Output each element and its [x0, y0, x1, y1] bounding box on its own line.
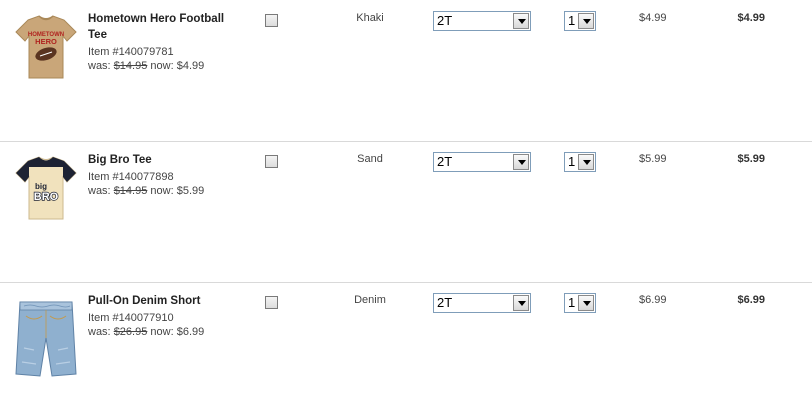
- product-name[interactable]: Big Bro Tee: [88, 152, 238, 168]
- quantity-select[interactable]: 1: [564, 152, 596, 172]
- now-price: $4.99: [176, 60, 205, 72]
- was-price: $14.95: [113, 60, 148, 72]
- now-label: now:: [150, 326, 174, 338]
- quantity-select[interactable]: 1: [564, 11, 596, 31]
- cart-row: HOMETOWN HERO Hometown Hero Football Tee…: [0, 0, 812, 141]
- price-line: was: $26.95 now: $6.99: [88, 325, 204, 339]
- size-select[interactable]: 2T: [433, 152, 531, 172]
- football-tee-image: HOMETOWN HERO: [15, 15, 77, 79]
- cart-row: Pull-On Denim Short Item #140077910 was:…: [0, 282, 812, 420]
- chevron-down-icon[interactable]: [513, 295, 529, 311]
- unit-price: $5.99: [639, 153, 667, 165]
- was-label: was:: [88, 185, 111, 197]
- tee-print-line-1: big: [35, 182, 47, 191]
- denim-short-image: [15, 301, 77, 377]
- chevron-down-icon[interactable]: [513, 13, 529, 29]
- product-name[interactable]: Hometown Hero Football Tee: [88, 11, 238, 43]
- quantity-value: 1: [568, 295, 576, 310]
- size-value: 2T: [437, 154, 453, 169]
- item-number: Item #140077898: [88, 171, 174, 183]
- cart-row: big BRO Big Bro Tee Item #140077898 was:…: [0, 141, 812, 282]
- item-number: Item #140079781: [88, 46, 174, 58]
- was-price: $14.95: [113, 185, 148, 197]
- quantity-value: 1: [568, 13, 576, 28]
- now-price: $6.99: [176, 326, 205, 338]
- unit-price: $4.99: [639, 12, 667, 24]
- now-label: now:: [150, 60, 174, 72]
- quantity-value: 1: [568, 154, 576, 169]
- chevron-down-icon[interactable]: [578, 154, 594, 170]
- now-price: $5.99: [176, 185, 205, 197]
- price-line: was: $14.95 now: $5.99: [88, 184, 204, 198]
- big-bro-tee-image: big BRO: [15, 156, 77, 220]
- chevron-down-icon[interactable]: [578, 13, 594, 29]
- product-name[interactable]: Pull-On Denim Short: [88, 293, 238, 309]
- unit-price: $6.99: [639, 294, 667, 306]
- item-color: Sand: [357, 153, 383, 165]
- tee-print-line-2: BRO: [34, 191, 59, 203]
- total-price: $6.99: [737, 294, 765, 306]
- total-price: $5.99: [737, 153, 765, 165]
- select-item-checkbox[interactable]: [265, 296, 278, 309]
- price-line: was: $14.95 now: $4.99: [88, 59, 204, 73]
- size-value: 2T: [437, 13, 453, 28]
- product-image[interactable]: [14, 298, 78, 378]
- was-label: was:: [88, 60, 111, 72]
- chevron-down-icon[interactable]: [578, 295, 594, 311]
- was-label: was:: [88, 326, 111, 338]
- tee-print-line-2: HERO: [35, 37, 57, 46]
- product-image[interactable]: HOMETOWN HERO: [14, 14, 78, 80]
- size-value: 2T: [437, 295, 453, 310]
- total-price: $4.99: [737, 12, 765, 24]
- now-label: now:: [150, 185, 174, 197]
- chevron-down-icon[interactable]: [513, 154, 529, 170]
- select-item-checkbox[interactable]: [265, 14, 278, 27]
- item-color: Denim: [354, 294, 386, 306]
- was-price: $26.95: [113, 326, 148, 338]
- size-select[interactable]: 2T: [433, 293, 531, 313]
- product-image[interactable]: big BRO: [14, 155, 78, 221]
- item-color: Khaki: [356, 12, 384, 24]
- quantity-select[interactable]: 1: [564, 293, 596, 313]
- select-item-checkbox[interactable]: [265, 155, 278, 168]
- item-number: Item #140077910: [88, 312, 174, 324]
- size-select[interactable]: 2T: [433, 11, 531, 31]
